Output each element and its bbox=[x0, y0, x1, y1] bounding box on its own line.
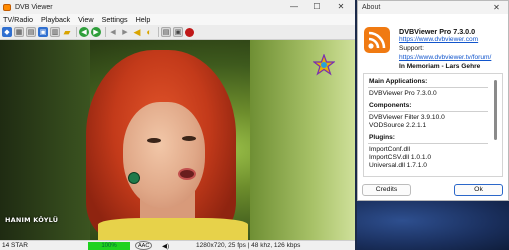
toolbar-separator bbox=[105, 27, 106, 37]
stream-info: 1280x720, 25 fps | 48 khz, 126 kbps bbox=[196, 242, 301, 249]
audio-icon: ◀) bbox=[162, 243, 170, 250]
about-close-button[interactable]: ✕ bbox=[485, 1, 508, 14]
scrollbar-thumb[interactable] bbox=[494, 80, 497, 140]
menu-view[interactable]: View bbox=[78, 15, 93, 24]
title-bar[interactable]: DVB Viewer — ☐ ✕ bbox=[0, 0, 355, 14]
video-subject-eye bbox=[182, 136, 196, 141]
menu-tv-radio[interactable]: TV/Radio bbox=[3, 15, 33, 24]
forward-icon[interactable]: ▶ bbox=[91, 27, 101, 37]
divider bbox=[368, 111, 488, 112]
divider bbox=[368, 143, 488, 144]
memoriam-text: In Memoriam - Lars Gehre bbox=[399, 63, 481, 70]
teletext-icon[interactable]: ▤ bbox=[161, 27, 171, 37]
back-icon[interactable]: ◀ bbox=[79, 27, 89, 37]
menu-playback[interactable]: Playback bbox=[41, 15, 70, 24]
about-title-bar[interactable]: About ✕ bbox=[358, 1, 508, 14]
minimize-button[interactable]: — bbox=[282, 0, 306, 14]
dvb-viewer-window: DVB Viewer — ☐ ✕ TV/Radio Playback View … bbox=[0, 0, 355, 250]
desktop-wallpaper bbox=[357, 201, 509, 250]
video-area[interactable]: HANIM KÖYLÜ bbox=[0, 40, 355, 240]
video-caption: HANIM KÖYLÜ bbox=[5, 216, 59, 224]
video-subject-eye bbox=[147, 138, 161, 143]
video-subject-mouth bbox=[178, 168, 196, 180]
speaker-icon[interactable]: ◀ bbox=[132, 27, 142, 37]
maximize-button[interactable]: ☐ bbox=[305, 0, 329, 14]
plugins-header: Plugins: bbox=[369, 134, 396, 141]
list-item: DVBViewer Pro 7.3.0.0 bbox=[369, 90, 437, 97]
support-link[interactable]: https://www.dvbviewer.tv/forum/ bbox=[399, 54, 491, 61]
video-subject-earring bbox=[128, 172, 140, 184]
window-title: DVB Viewer bbox=[15, 3, 53, 11]
channel-name: 14 STAR bbox=[2, 242, 28, 249]
toolbar-separator bbox=[158, 27, 159, 37]
list-item: ImportCSV.dll 1.0.1.0 bbox=[369, 154, 432, 161]
folder-icon[interactable]: ▰ bbox=[62, 27, 72, 37]
components-panel[interactable]: Main Applications: DVBViewer Pro 7.3.0.0… bbox=[363, 73, 503, 177]
toolbar: ◆ ▦ ▤ ▣ ▥ ▰ ◀ ▶ ◀ ▶ ◀ ◐ ▤ ▣ bbox=[0, 25, 355, 40]
components-header: Components: bbox=[369, 102, 412, 109]
record-icon[interactable] bbox=[185, 27, 194, 37]
video-background-right bbox=[250, 40, 355, 240]
app-icon bbox=[3, 3, 11, 11]
status-bar: 14 STAR 100% AAC ◀) 1280x720, 25 fps | 4… bbox=[0, 240, 355, 250]
channel-list-icon[interactable]: ◆ bbox=[2, 27, 12, 37]
video-subject-face bbox=[123, 102, 205, 208]
recordings-icon[interactable]: ▥ bbox=[50, 27, 60, 37]
snapshot-icon[interactable]: ▣ bbox=[173, 27, 183, 37]
menu-settings[interactable]: Settings bbox=[102, 15, 128, 24]
menu-help[interactable]: Help bbox=[136, 15, 151, 24]
channel-logo-icon bbox=[313, 54, 335, 76]
about-dialog: About ✕ DVBViewer Pro 7.3.0.0 https://ww… bbox=[357, 0, 509, 201]
mute-icon[interactable]: ◐ bbox=[144, 27, 154, 37]
list-item: Universal.dll 1.7.1.0 bbox=[369, 162, 427, 169]
list-item: ImportConf.dll bbox=[369, 146, 411, 153]
osd-icon[interactable]: ▣ bbox=[38, 27, 48, 37]
list-item: DVBViewer Filter 3.9.10.0 bbox=[369, 114, 445, 121]
volume-bar[interactable]: 100% bbox=[88, 242, 130, 250]
timer-icon[interactable]: ▤ bbox=[26, 27, 36, 37]
support-label: Support: bbox=[399, 45, 424, 52]
credits-button[interactable]: Credits bbox=[362, 184, 411, 196]
audio-codec-badge: AAC bbox=[135, 241, 153, 250]
menu-bar: TV/Radio Playback View Settings Help bbox=[0, 14, 355, 25]
epg-icon[interactable]: ▦ bbox=[14, 27, 24, 37]
previous-channel-icon[interactable]: ◀ bbox=[108, 27, 118, 37]
divider bbox=[368, 87, 488, 88]
about-title: About bbox=[362, 4, 381, 11]
toolbar-separator bbox=[76, 27, 77, 37]
main-applications-header: Main Applications: bbox=[369, 78, 428, 85]
product-version: DVBViewer Pro 7.3.0.0 bbox=[399, 27, 476, 36]
video-background-left bbox=[0, 40, 90, 240]
next-channel-icon[interactable]: ▶ bbox=[120, 27, 130, 37]
close-button[interactable]: ✕ bbox=[329, 0, 353, 14]
website-link[interactable]: https://www.dvbviewer.com bbox=[399, 36, 478, 43]
ok-button[interactable]: Ok bbox=[454, 184, 503, 196]
dvbviewer-logo-icon bbox=[364, 27, 390, 53]
list-item: VODSource 2.2.1.1 bbox=[369, 122, 427, 129]
video-subject-shirt bbox=[98, 218, 248, 240]
